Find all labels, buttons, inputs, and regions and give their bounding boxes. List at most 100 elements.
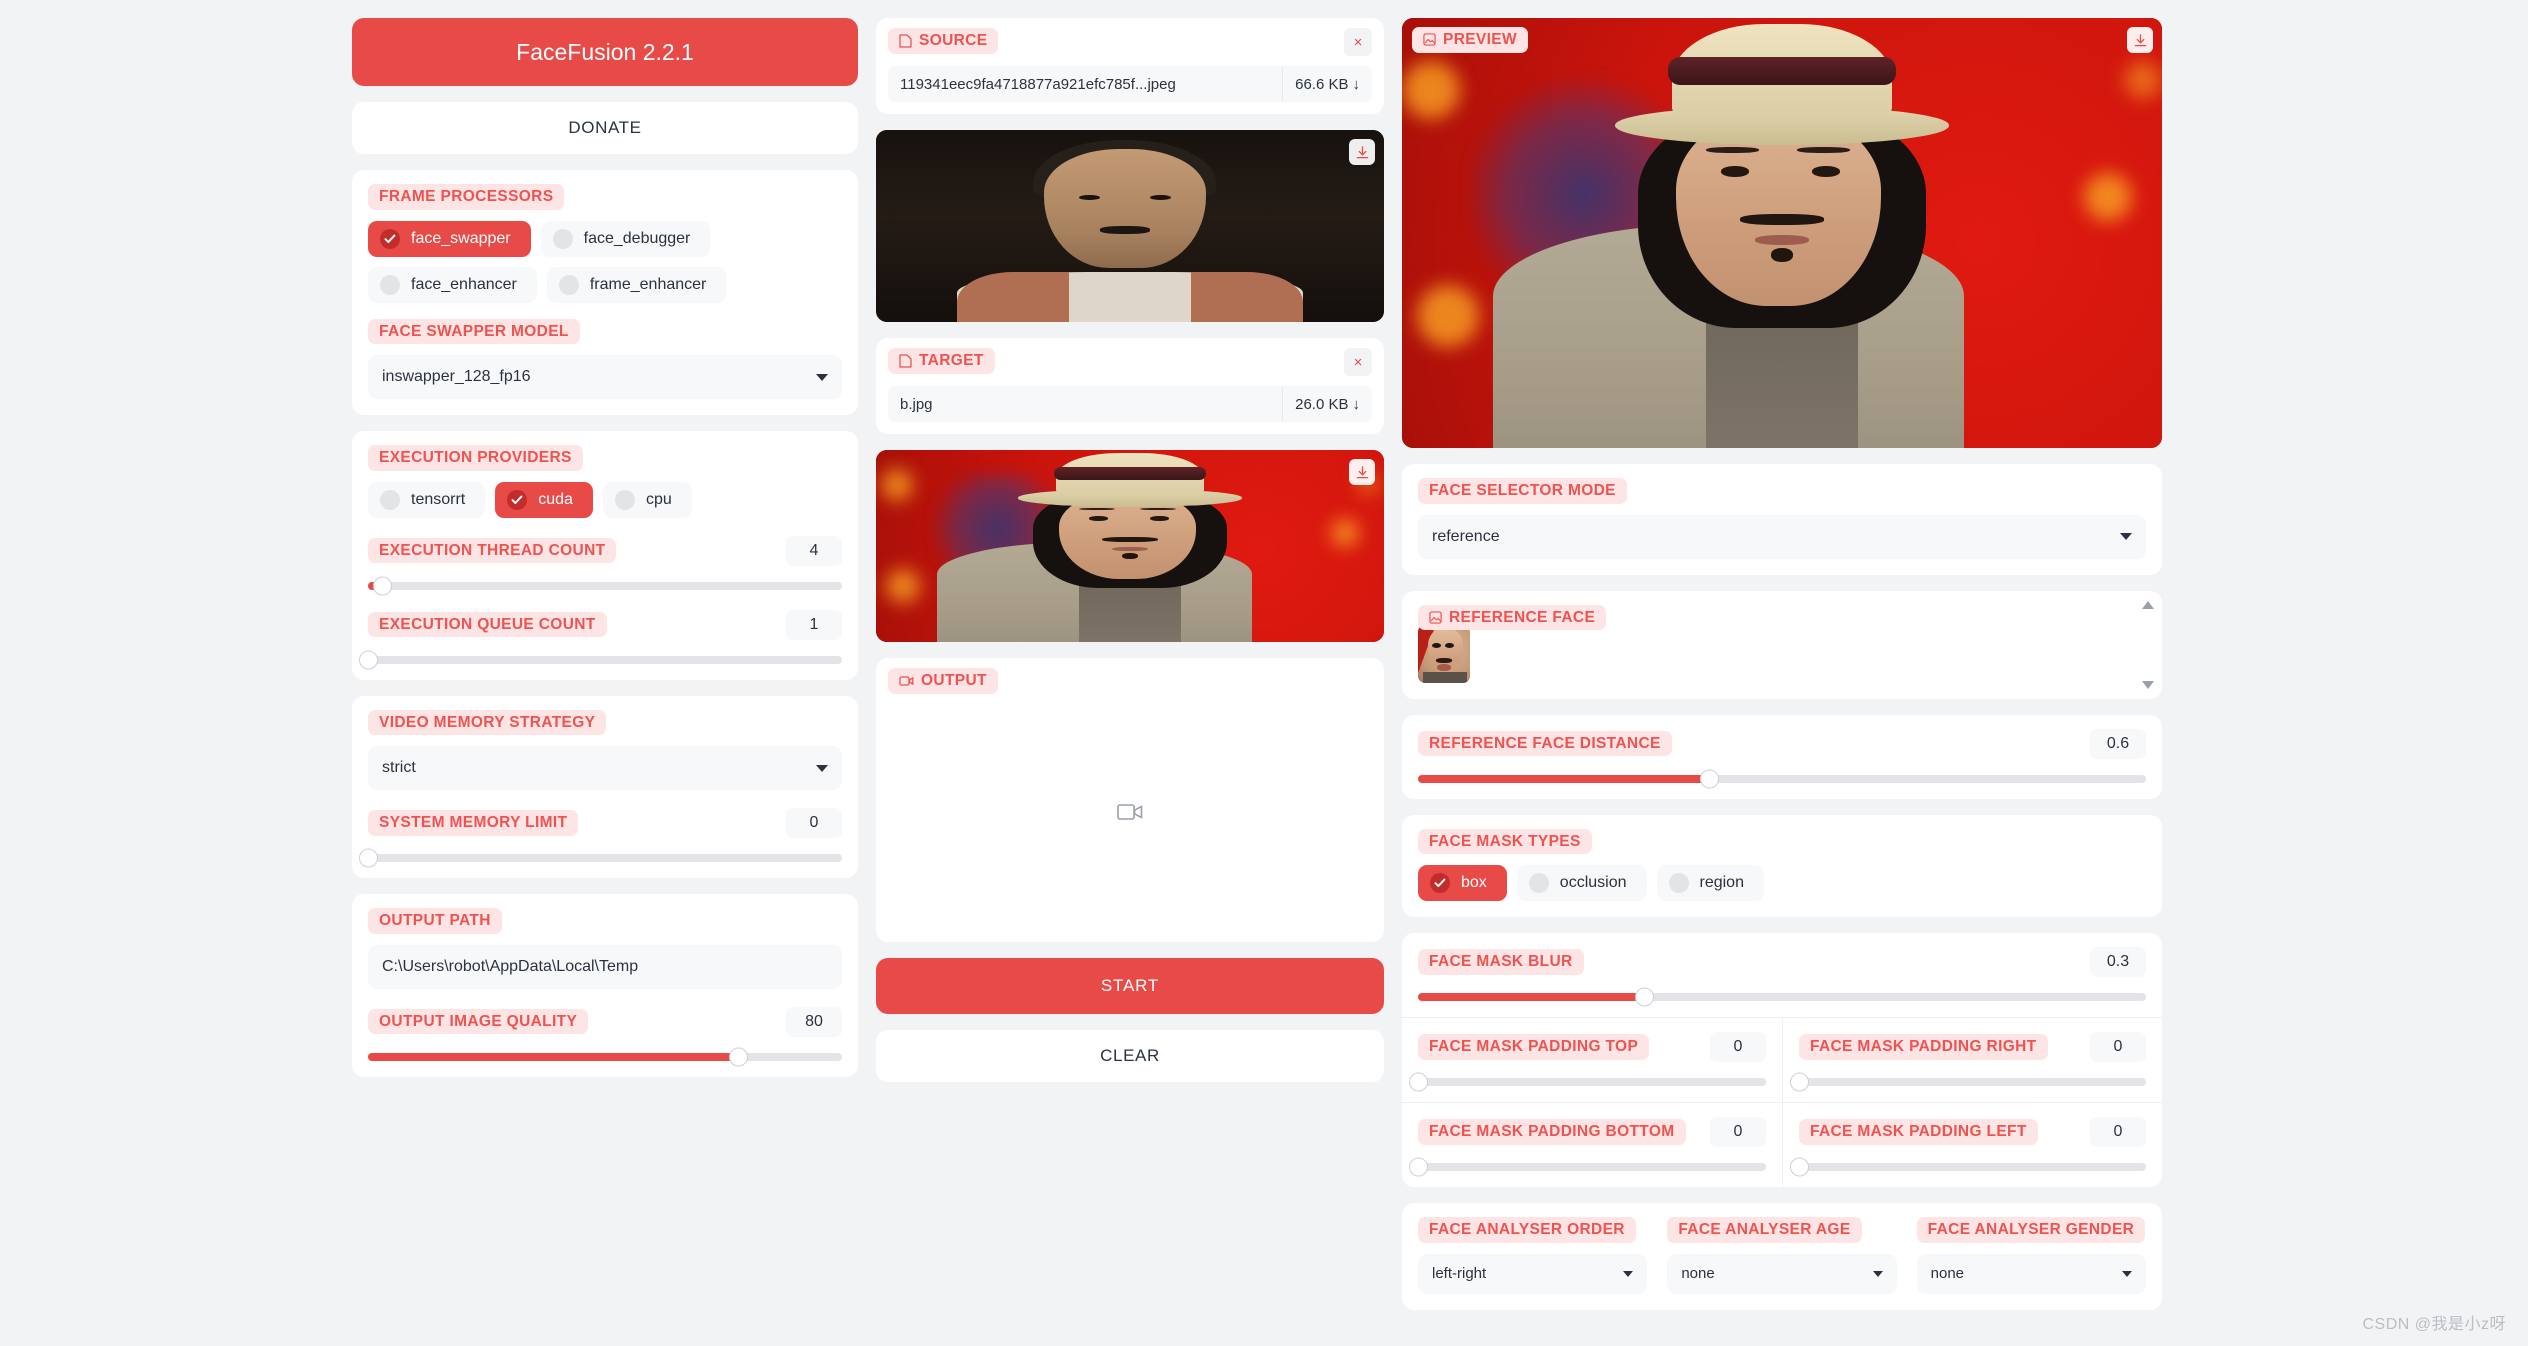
preview-image: PREVIEW [1402,18,2162,448]
reference-face-distance-card: REFERENCE FACE DISTANCE 0.6 [1402,714,2162,799]
face-analyser-order-select[interactable]: left-right [1418,1253,1648,1294]
middle-media-column: SOURCE × 119341eec9fa4718877a921efc785f.… [876,18,1384,1346]
checkbox-frame-enhancer[interactable]: frame_enhancer [546,266,727,303]
check-icon [1528,873,1549,893]
checkbox-occlusion[interactable]: occlusion [1516,865,1647,901]
image-icon [1429,611,1442,624]
system-memory-limit-label: SYSTEM MEMORY LIMIT [368,810,579,836]
check-icon [380,489,400,510]
frame-processors-label: FRAME PROCESSORS [368,184,565,210]
video-memory-strategy-label: VIDEO MEMORY STRATEGY [368,709,607,735]
face-analyser-grid: FACE ANALYSER ORDER left-right FACE ANAL… [1418,1217,2146,1294]
file-icon [899,34,912,48]
source-download-button[interactable] [1349,139,1375,165]
checkbox-label: tensorrt [411,490,466,508]
face-mask-padding-left-label: FACE MASK PADDING LEFT [1799,1119,2038,1145]
target-card: TARGET × b.jpg 26.0 KB ↓ [876,338,1384,434]
source-card: SOURCE × 119341eec9fa4718877a921efc785f.… [876,18,1384,114]
face-mask-blur-label: FACE MASK BLUR [1418,949,1584,975]
face-swapper-model-select[interactable]: inswapper_128_fp16 [368,355,842,399]
download-arrow-icon: ↓ [1352,75,1361,93]
checkbox-cuda[interactable]: cuda [495,481,593,518]
preview-download-button[interactable] [2127,27,2153,53]
target-photo [876,450,1384,642]
face-mask-padding-grid: FACE MASK PADDING TOP 0 FACE MASK PADDIN… [1402,1017,2162,1187]
face-mask-types-card: FACE MASK TYPES box occlusion region [1402,814,2162,917]
face-mask-padding-top-slider[interactable] [1409,1072,1766,1092]
output-card: OUTPUT [876,658,1384,942]
source-file-row[interactable]: 119341eec9fa4718877a921efc785f...jpeg 66… [888,66,1372,102]
checkbox-face-enhancer[interactable]: face_enhancer [368,266,537,303]
file-icon [899,354,912,368]
chevron-down-icon [816,764,828,772]
face-mask-padding-left-cell: FACE MASK PADDING LEFT 0 [1782,1102,2162,1187]
target-file-size: 26.0 KB ↓ [1282,386,1372,422]
target-close-button[interactable]: × [1344,348,1372,376]
clear-button[interactable]: CLEAR [876,1029,1384,1082]
reference-face-thumbnail[interactable] [1418,624,1470,683]
face-analyser-age-select[interactable]: none [1667,1253,1897,1294]
chevron-down-icon[interactable] [2142,680,2154,689]
execution-queue-count-value: 1 [786,609,842,640]
source-file-size: 66.6 KB ↓ [1282,66,1372,102]
face-mask-padding-right-slider[interactable] [1790,1072,2146,1092]
preview-photo [1402,18,2162,448]
frame-processors-card: FRAME PROCESSORS face_swapper face_debug… [352,170,858,415]
download-icon [2134,33,2146,46]
source-image-preview [876,130,1384,322]
target-download-button[interactable] [1349,459,1375,485]
check-icon [380,274,400,295]
face-mask-padding-bottom-slider[interactable] [1409,1157,1766,1177]
system-memory-limit-slider[interactable] [359,848,842,868]
checkbox-face-swapper[interactable]: face_swapper [368,220,531,257]
execution-thread-count-slider[interactable] [368,576,842,595]
checkbox-label: cuda [538,490,573,508]
face-swapper-model-value: inswapper_128_fp16 [382,368,531,385]
face-analyser-order-value: left-right [1432,1265,1487,1282]
target-label: TARGET [888,348,995,374]
video-memory-strategy-value: strict [382,759,416,776]
output-settings-card: OUTPUT PATH C:\Users\robot\AppData\Local… [352,894,858,1077]
execution-providers-label: EXECUTION PROVIDERS [368,445,583,471]
preview-label: PREVIEW [1412,27,1528,53]
face-mask-card: FACE MASK BLUR 0.3 FACE MASK PADDING TOP… [1402,933,2162,1187]
download-icon [1356,145,1368,158]
face-analyser-gender-group: FACE ANALYSER GENDER none [1916,1217,2146,1294]
checkbox-region[interactable]: region [1656,865,1764,901]
face-mask-types-label: FACE MASK TYPES [1418,828,1592,854]
output-image-quality-slider[interactable] [368,1047,842,1066]
chevron-down-icon [2120,533,2132,540]
checkbox-box[interactable]: box [1418,865,1507,901]
start-button[interactable]: START [876,957,1384,1014]
image-icon [1423,33,1436,46]
checkbox-tensorrt[interactable]: tensorrt [368,481,486,518]
checkbox-face-debugger[interactable]: face_debugger [540,220,711,257]
source-label: SOURCE [888,28,999,54]
face-mask-padding-left-slider[interactable] [1790,1157,2146,1177]
video-memory-strategy-select[interactable]: strict [368,746,842,790]
face-selector-mode-label: FACE SELECTOR MODE [1418,478,1627,504]
checkbox-cpu[interactable]: cpu [602,481,692,518]
chevron-down-icon [816,373,828,381]
chevron-up-icon[interactable] [2142,600,2154,609]
reference-face-scrollbar[interactable] [2140,600,2156,689]
execution-thread-count-label: EXECUTION THREAD COUNT [368,537,617,564]
target-file-row[interactable]: b.jpg 26.0 KB ↓ [888,386,1372,422]
donate-button[interactable]: DONATE [352,102,858,154]
system-memory-limit-value: 0 [786,808,842,838]
face-mask-blur-value: 0.3 [2090,947,2146,977]
reference-face-distance-slider[interactable] [1418,769,2146,788]
output-path-input[interactable]: C:\Users\robot\AppData\Local\Temp [368,944,842,989]
check-icon [1668,873,1689,893]
execution-queue-count-slider[interactable] [359,650,842,669]
source-close-button[interactable]: × [1344,28,1372,56]
face-analyser-gender-select[interactable]: none [1916,1253,2146,1294]
source-file-name: 119341eec9fa4718877a921efc785f...jpeg [900,75,1176,93]
face-analyser-age-group: FACE ANALYSER AGE none [1667,1217,1897,1294]
check-icon [558,274,579,295]
checkbox-label: box [1461,874,1487,891]
facefusion-app: FaceFusion 2.2.1 DONATE FRAME PROCESSORS… [0,0,2528,1346]
face-selector-mode-select[interactable]: reference [1418,514,2146,559]
face-mask-blur-slider[interactable] [1418,987,2146,1007]
execution-providers-options: tensorrt cuda cpu [368,481,842,518]
